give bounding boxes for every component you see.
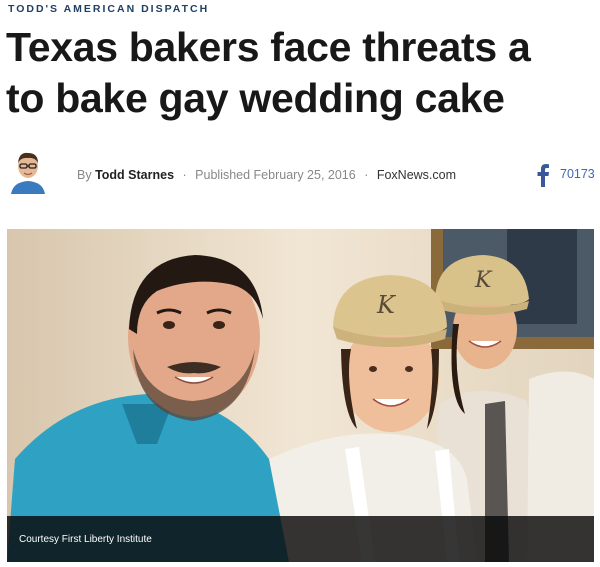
- headline-line-2: to bake gay wedding cake: [6, 75, 505, 121]
- cap-monogram: K: [474, 268, 493, 293]
- photo-caption: Courtesy First Liberty Institute: [19, 534, 152, 545]
- byline-text: By Todd Starnes · Published February 25,…: [77, 168, 456, 182]
- byline-separator: ·: [182, 168, 187, 182]
- photo-illustration: K K: [7, 229, 594, 562]
- cap-monogram: K: [376, 291, 397, 319]
- author-avatar[interactable]: [9, 150, 47, 194]
- publish-date: Published February 25, 2016: [195, 168, 356, 182]
- article-headline: Texas bakers face threats a to bake gay …: [6, 22, 600, 124]
- caption-bar: Courtesy First Liberty Institute: [7, 516, 594, 562]
- source-name[interactable]: FoxNews.com: [377, 168, 456, 182]
- byline: By Todd Starnes · Published February 25,…: [0, 150, 600, 198]
- author-name[interactable]: Todd Starnes: [95, 168, 174, 182]
- byline-prefix: By: [77, 168, 92, 182]
- section-kicker[interactable]: TODD'S AMERICAN DISPATCH: [8, 3, 209, 15]
- share-count: 70173: [560, 167, 595, 181]
- headline-line-1: Texas bakers face threats a: [6, 24, 531, 70]
- facebook-icon[interactable]: [536, 163, 550, 187]
- byline-separator: ·: [364, 168, 369, 182]
- article-photo[interactable]: K K Courtesy First Liberty Institute: [7, 229, 594, 562]
